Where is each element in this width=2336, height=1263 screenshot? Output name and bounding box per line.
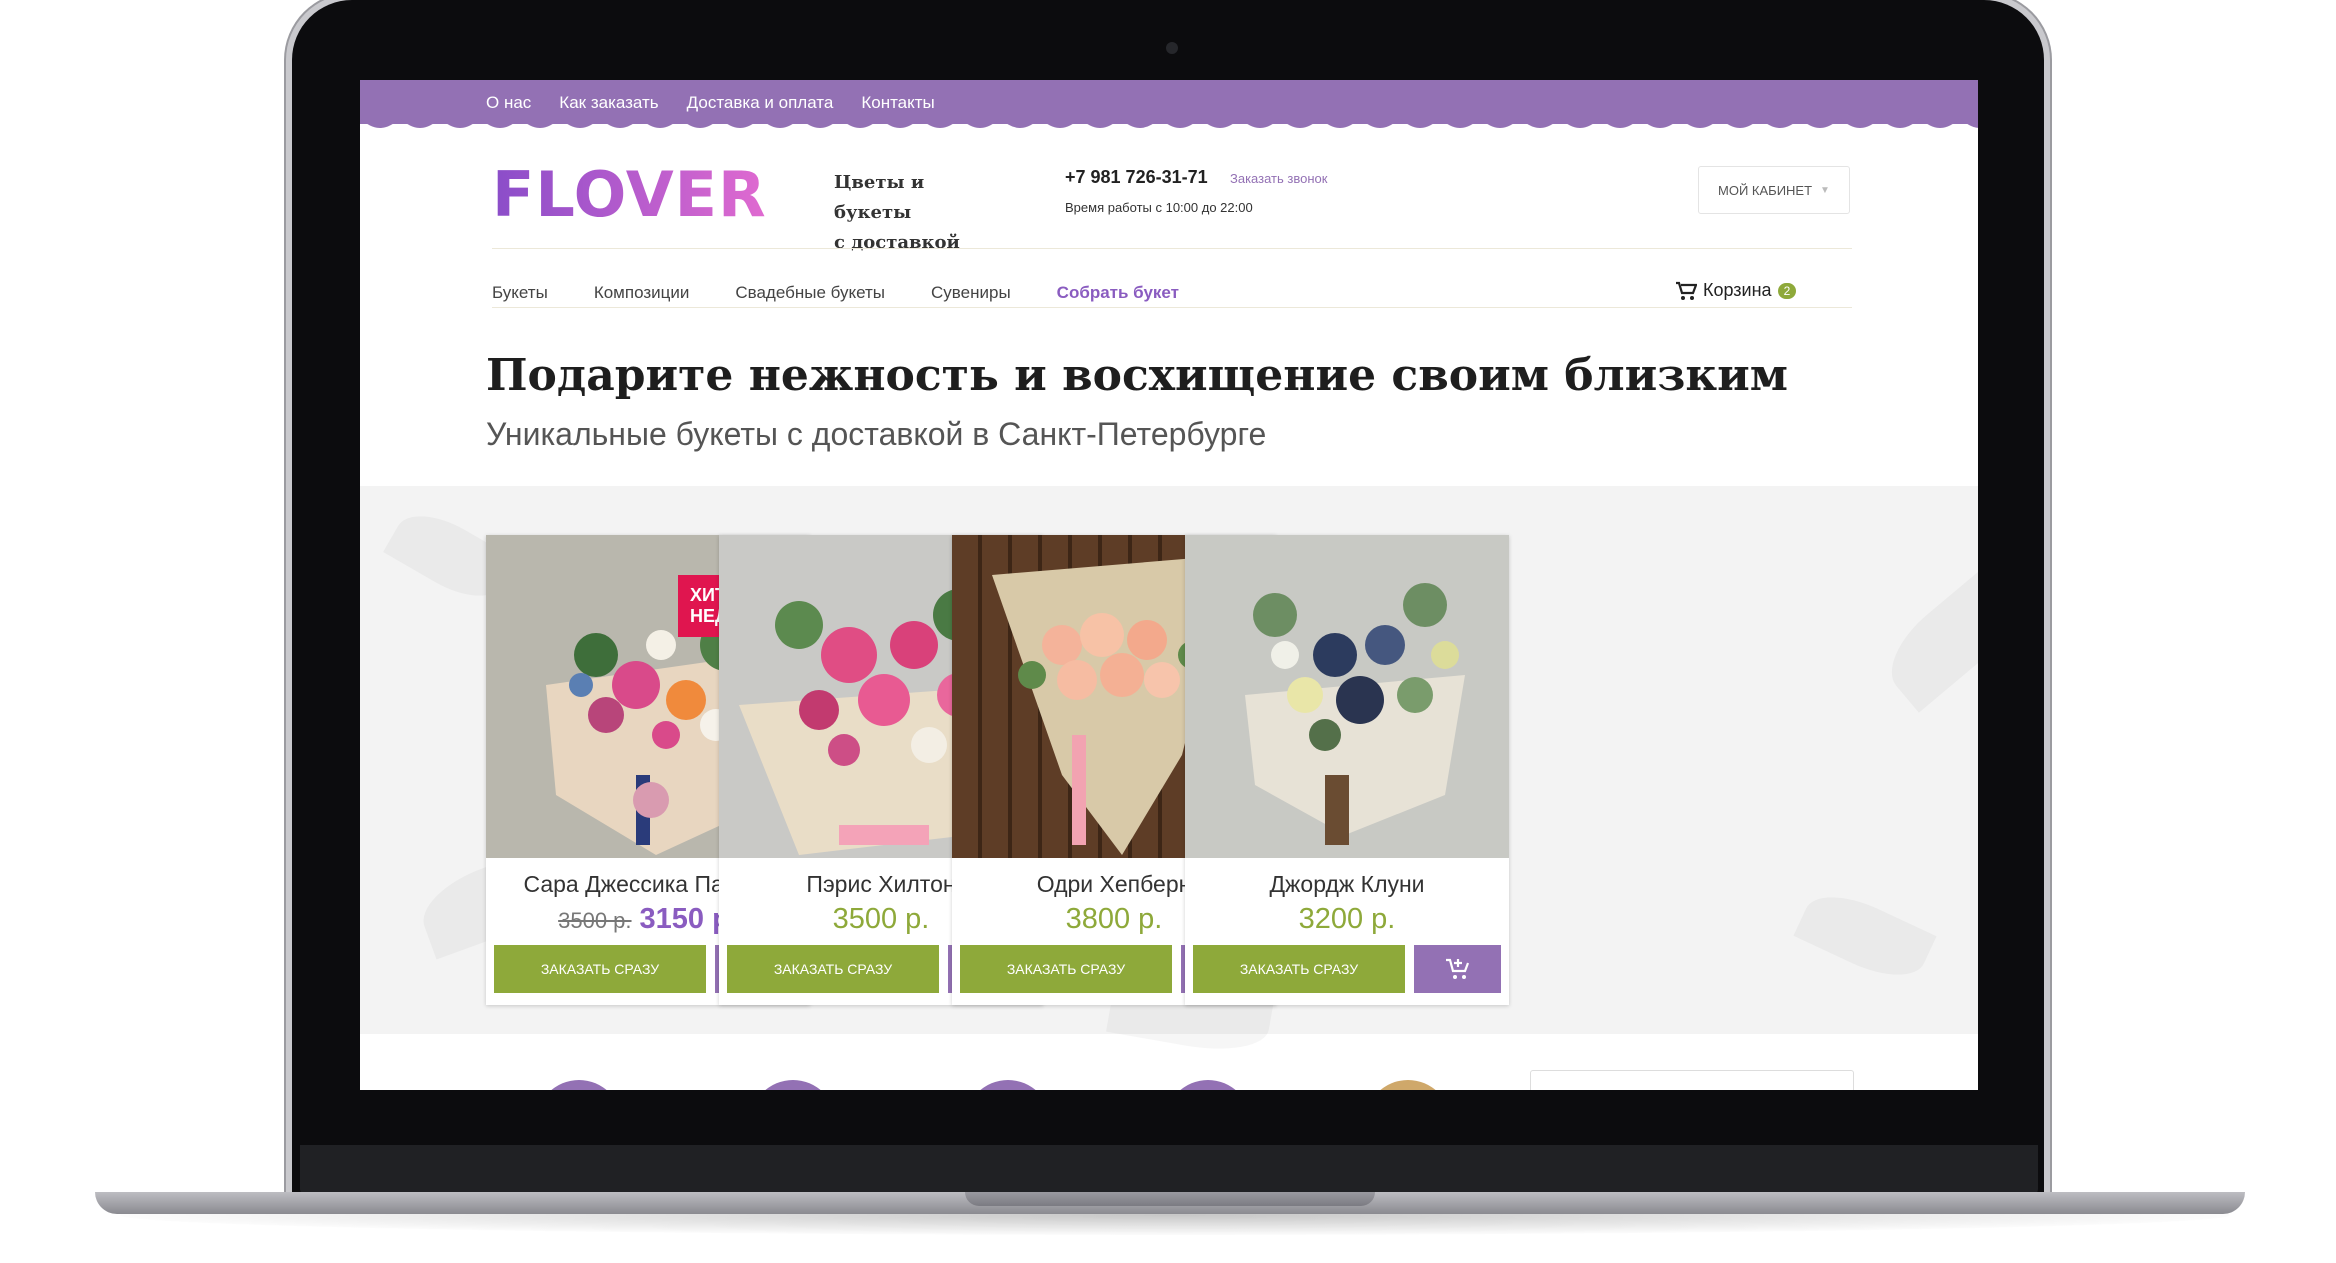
order-now-button[interactable]: Заказать сразу [494, 945, 706, 993]
cart-link[interactable]: Корзина 2 [1675, 280, 1797, 301]
webcam [1166, 42, 1178, 54]
top-nav-how-to-order[interactable]: Как заказать [559, 93, 658, 113]
top-nav-contacts[interactable]: Контакты [861, 93, 934, 113]
callback-link[interactable]: Заказать звонок [1230, 171, 1327, 186]
main-nav-build-bouquet[interactable]: Собрать букет [1057, 283, 1179, 303]
order-now-button[interactable]: Заказать сразу [1193, 945, 1405, 993]
category-circle[interactable] [536, 1080, 622, 1090]
category-circle[interactable] [1365, 1080, 1451, 1090]
working-hours: Время работы с 10:00 до 22:00 [1065, 200, 1253, 215]
product-old-price: 3500 р. [558, 908, 632, 933]
product-name[interactable]: Джордж Клуни [1185, 871, 1509, 898]
tagline-line2: с доставкой [834, 232, 960, 253]
hero-subline: Уникальные букеты с доставкой в Санкт-Пе… [486, 416, 1267, 452]
laptop-base-notch [965, 1192, 1375, 1206]
my-cabinet-button[interactable]: МОЙ КАБИНЕТ ▼ [1698, 166, 1850, 214]
divider [492, 307, 1852, 308]
category-circle[interactable] [750, 1080, 836, 1090]
my-cabinet-label: МОЙ КАБИНЕТ [1718, 182, 1813, 198]
category-circle[interactable] [965, 1080, 1051, 1090]
laptop-bottom-bezel [300, 1145, 2038, 1195]
divider [492, 248, 1852, 249]
add-to-cart-button[interactable] [1414, 945, 1501, 993]
top-bar-wave [360, 118, 1978, 128]
main-nav-wedding[interactable]: Свадебные букеты [735, 283, 885, 303]
top-nav: О нас Как заказать Доставка и оплата Кон… [486, 93, 935, 113]
order-now-button[interactable]: Заказать сразу [727, 945, 939, 993]
top-nav-delivery[interactable]: Доставка и оплата [687, 93, 834, 113]
site-tagline: Цветы и букеты с доставкой [834, 168, 1004, 258]
search-input[interactable] [1530, 1070, 1854, 1090]
top-nav-about[interactable]: О нас [486, 93, 531, 113]
product-price: 3200 р. [1298, 903, 1396, 935]
hero-headline: Подарите нежность и восхищение своим бли… [486, 350, 1789, 401]
main-nav: Букеты Композиции Свадебные букеты Сувен… [492, 283, 1179, 303]
background-leaf [1793, 881, 1936, 990]
chevron-down-icon: ▼ [1820, 184, 1830, 196]
main-nav-souvenirs[interactable]: Сувениры [931, 283, 1011, 303]
main-nav-bouquets[interactable]: Букеты [492, 283, 548, 303]
order-now-button[interactable]: Заказать сразу [960, 945, 1172, 993]
tagline-line1: Цветы и букеты [834, 172, 925, 223]
website-screen: О нас Как заказать Доставка и оплата Кон… [360, 80, 1978, 1090]
background-leaf [1874, 569, 1978, 713]
add-to-cart-icon [1445, 958, 1469, 979]
category-circle[interactable] [1165, 1080, 1251, 1090]
cart-label: Корзина [1703, 280, 1772, 300]
phone-number[interactable]: +7 981 726-31-71 [1065, 167, 1208, 188]
product-card[interactable]: Джордж Клуни 3200 р. Заказать сразу [1185, 535, 1509, 1005]
product-image[interactable] [1185, 535, 1509, 858]
site-logo[interactable]: FLOVER [492, 158, 767, 231]
cart-count-badge: 2 [1777, 282, 1797, 299]
cart-icon [1676, 281, 1697, 300]
main-nav-compositions[interactable]: Композиции [594, 283, 690, 303]
